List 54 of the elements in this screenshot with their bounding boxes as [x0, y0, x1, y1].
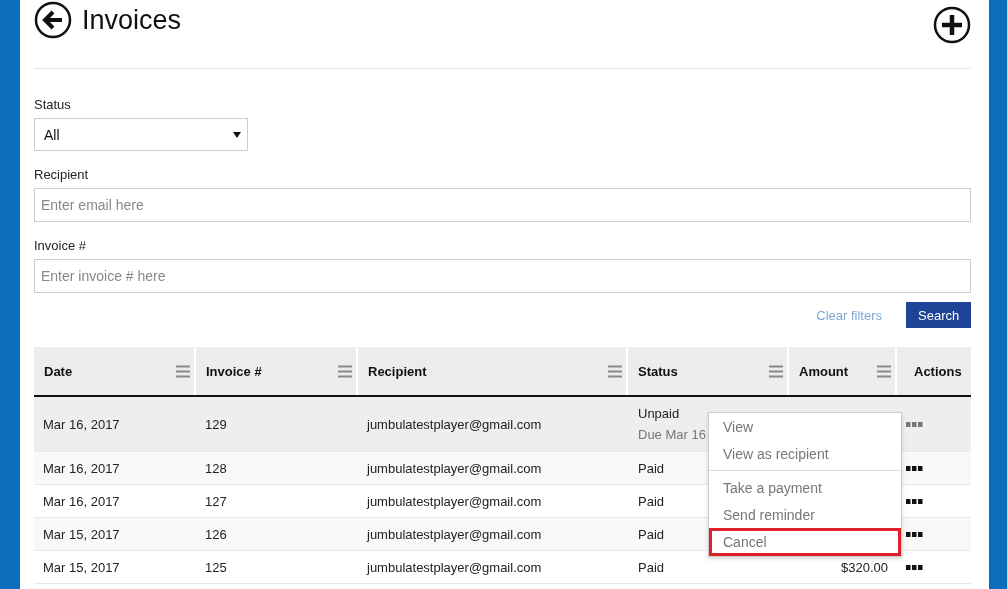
table-cell-text: jumbulatestplayer@gmail.com — [365, 526, 543, 542]
input-field[interactable]: Enter invoice # here — [34, 259, 971, 293]
column-title: Status — [638, 363, 678, 379]
status-text: Paid — [638, 526, 665, 542]
amount-text: $320.00 — [840, 559, 889, 575]
due-date-text: Due Mar 16 — [638, 427, 706, 442]
menu-icon[interactable] — [769, 364, 783, 378]
select-value: All — [44, 126, 60, 143]
column-title: Invoice # — [206, 363, 262, 379]
table-cell-text: 129 — [204, 416, 228, 432]
table-cell-text: jumbulatestplayer@gmail.com — [365, 460, 543, 476]
column-title: Date — [44, 363, 73, 379]
status-text: Paid — [638, 559, 665, 575]
status-text: Paid — [638, 460, 665, 476]
menu-item[interactable]: Take a payment — [709, 474, 901, 501]
status-text: Paid — [638, 493, 665, 509]
table-cell-text: 127 — [204, 493, 228, 509]
table-cell-text: jumbulatestplayer@gmail.com — [365, 559, 543, 575]
column-title: Recipient — [368, 363, 427, 379]
table-cell-text: 128 — [204, 460, 228, 476]
menu-icon[interactable] — [877, 364, 891, 378]
more-icon[interactable] — [906, 465, 923, 471]
more-icon[interactable] — [906, 531, 923, 537]
table-cell-text: Mar 16, 2017 — [42, 416, 121, 432]
menu-icon[interactable] — [608, 364, 622, 378]
caret-icon — [233, 131, 241, 138]
more-icon[interactable] — [906, 498, 923, 504]
status-text: Unpaid — [638, 406, 680, 421]
page-title: Invoices — [82, 4, 182, 36]
menu-icon[interactable] — [338, 364, 352, 378]
column-title: Actions — [914, 363, 962, 379]
menu-icon[interactable] — [176, 364, 190, 378]
menu-item[interactable]: Cancel — [709, 528, 901, 556]
table-cell-text: Mar 15, 2017 — [42, 526, 121, 542]
add-button[interactable] — [933, 6, 971, 44]
back-button[interactable] — [34, 1, 72, 39]
column-title: Amount — [799, 363, 849, 379]
more-icon[interactable] — [906, 564, 923, 570]
input-field[interactable]: Enter email here — [34, 188, 971, 222]
menu-item[interactable]: View — [709, 413, 901, 440]
table-cell-text: 126 — [204, 526, 228, 542]
field-label: Status — [34, 97, 72, 112]
menu-item[interactable]: Send reminder — [709, 501, 901, 528]
table-cell-text: Mar 16, 2017 — [42, 460, 121, 476]
status-select[interactable]: All — [34, 118, 248, 151]
table-cell-text: Mar 16, 2017 — [42, 493, 121, 509]
menu-item[interactable]: View as recipient — [709, 440, 901, 467]
table-cell-text: jumbulatestplayer@gmail.com — [365, 493, 543, 509]
table-cell-text: Mar 15, 2017 — [42, 559, 121, 575]
field-label: Invoice # — [34, 238, 88, 253]
search-button[interactable]: Search — [906, 302, 971, 328]
field-label: Recipient — [34, 167, 90, 182]
table-cell-text: jumbulatestplayer@gmail.com — [365, 416, 543, 432]
table-cell-text: 125 — [204, 559, 228, 575]
